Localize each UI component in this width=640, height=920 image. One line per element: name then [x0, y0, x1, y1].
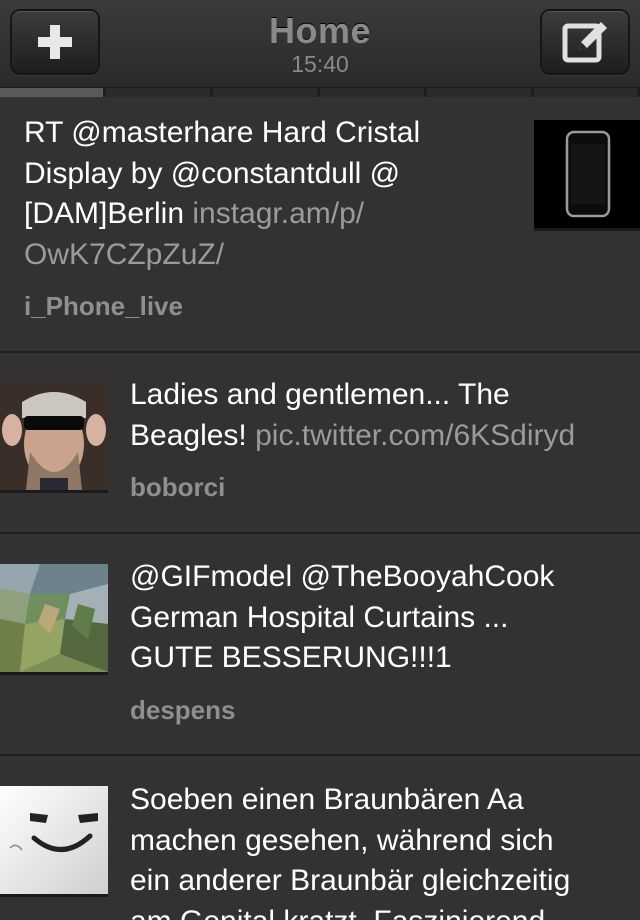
tweet-cell[interactable]: @GIFmodel @TheBooyahCook German Hospital…: [0, 534, 640, 756]
timeline-tab-strip: [0, 88, 640, 97]
tab-segment[interactable]: [0, 88, 106, 97]
tweet-cell[interactable]: Soeben einen Braunbären Aa machen gesehe…: [0, 756, 640, 920]
tweet-link[interactable]: instagr.am/p/: [192, 197, 364, 230]
tweet-text: Ladies and gentlemen... The Beagles! pic…: [130, 378, 576, 452]
tab-segment[interactable]: [320, 88, 427, 97]
tab-segment[interactable]: [106, 88, 213, 97]
tweet-username[interactable]: boborci: [130, 472, 225, 503]
tab-segment[interactable]: [213, 88, 320, 97]
tweet-link[interactable]: OwK7CZpZuZ/: [24, 238, 224, 271]
tweet-username[interactable]: despens: [130, 695, 236, 726]
iphone-thumbnail[interactable]: [534, 120, 640, 228]
avatar-sunglasses: [0, 382, 108, 490]
compose-icon: [562, 22, 607, 63]
avatar[interactable]: [0, 382, 108, 490]
navigation-bar: Home 15:40: [0, 0, 640, 88]
tweet-text: RT @masterhare Hard Cristal Display by @…: [24, 116, 421, 271]
tab-segment[interactable]: [534, 88, 640, 97]
tweet-username[interactable]: i_Phone_live: [24, 291, 183, 322]
avatar-camo-pattern: [0, 564, 108, 672]
tweet-text: Soeben einen Braunbären Aa machen gesehe…: [130, 783, 571, 920]
tweet-text: @GIFmodel @TheBooyahCook German Hospital…: [130, 560, 555, 674]
compose-button[interactable]: [540, 9, 630, 75]
avatar[interactable]: [0, 786, 108, 894]
tweet-cell[interactable]: Ladies and gentlemen... The Beagles! pic…: [0, 353, 640, 534]
tweet-link[interactable]: pic.twitter.com/6KSdiryd: [255, 419, 575, 452]
avatar[interactable]: [0, 564, 108, 672]
avatar-smiley-box: [0, 786, 108, 894]
tab-segment[interactable]: [427, 88, 534, 97]
tweet-cell[interactable]: RT @masterhare Hard Cristal Display by @…: [0, 97, 640, 353]
